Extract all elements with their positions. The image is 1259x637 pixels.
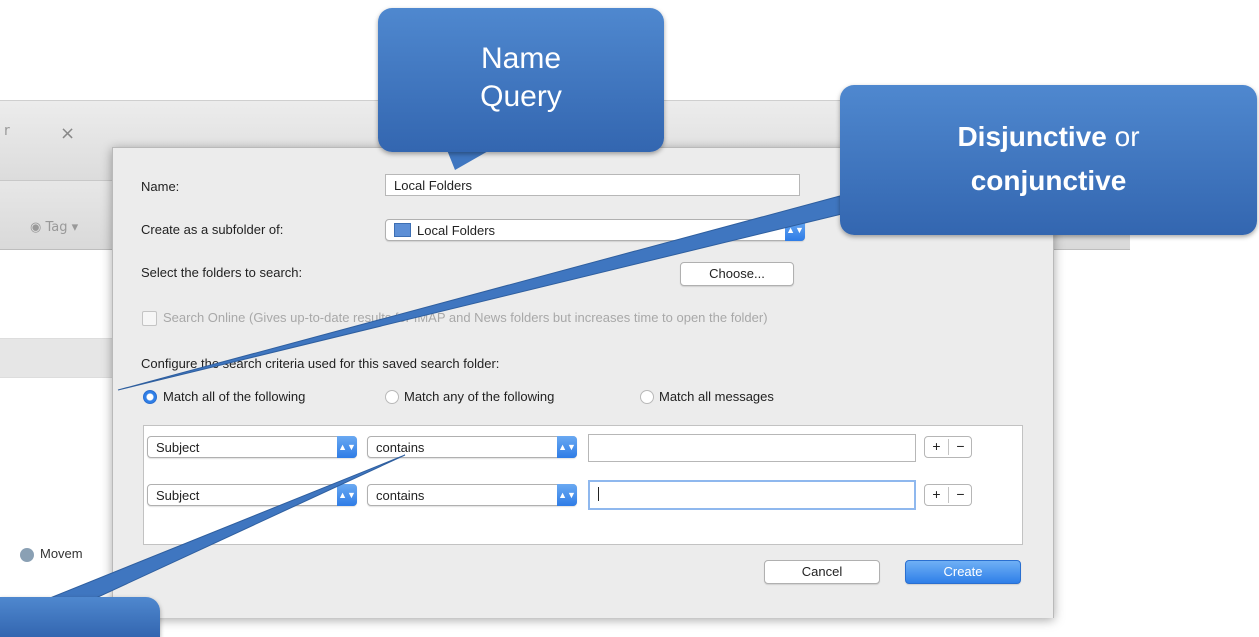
chevron-updown-icon: ▲▼ — [785, 219, 805, 241]
match-any-label: Match any of the following — [404, 389, 555, 404]
rule-2-field-select[interactable]: Subject ▲▼ — [147, 484, 357, 506]
match-all-radio[interactable] — [143, 390, 157, 404]
match-any-radio[interactable] — [385, 390, 399, 404]
cancel-button[interactable]: Cancel — [764, 560, 880, 584]
disjunctive-text: Disjunctive — [957, 121, 1107, 152]
bottom-callout — [0, 597, 160, 637]
or-text: or — [1106, 121, 1140, 152]
subfolder-label: Create as a subfolder of: — [141, 222, 284, 237]
rule-1-operator-select[interactable]: contains ▲▼ — [367, 436, 577, 458]
chevron-updown-icon: ▲▼ — [337, 436, 357, 458]
search-online-label: Search Online (Gives up-to-date results … — [163, 310, 768, 325]
chevron-updown-icon: ▲▼ — [557, 436, 577, 458]
conjunctive-text: conjunctive — [970, 165, 1127, 196]
subfolder-select[interactable]: Local Folders ▲▼ — [385, 219, 805, 241]
rule-1-add-remove: + − — [924, 436, 972, 458]
name-query-callout: Name Query — [378, 8, 664, 152]
rule-1-add-button[interactable]: + — [925, 438, 948, 454]
tag-button[interactable]: ◉ Tag ▾ — [30, 220, 78, 235]
rule-2-value-input[interactable] — [588, 480, 916, 510]
select-folders-label: Select the folders to search: — [141, 265, 303, 280]
match-all-messages-label: Match all messages — [659, 389, 774, 404]
rule-1-field-select[interactable]: Subject ▲▼ — [147, 436, 357, 458]
rule-2-add-button[interactable]: + — [925, 486, 948, 502]
chevron-updown-icon: ▲▼ — [337, 484, 357, 506]
folder-icon — [394, 223, 411, 237]
match-all-messages-radio[interactable] — [640, 390, 654, 404]
text-cursor — [598, 486, 599, 501]
name-query-line2: Query — [480, 80, 562, 113]
match-all-label: Match all of the following — [163, 389, 306, 404]
disjunctive-callout: Disjunctive or conjunctive — [840, 85, 1257, 235]
rule-2-add-remove: + − — [924, 484, 972, 506]
chevron-updown-icon: ▲▼ — [557, 484, 577, 506]
background-band — [0, 338, 120, 378]
name-query-line1: Name — [480, 42, 562, 75]
choose-button[interactable]: Choose... — [680, 262, 794, 286]
rule-2-remove-button[interactable]: − — [949, 486, 972, 502]
close-tab-icon[interactable]: × — [60, 123, 75, 144]
rule-2-operator-select[interactable]: contains ▲▼ — [367, 484, 577, 506]
search-online-checkbox[interactable] — [142, 311, 157, 326]
rule-1-remove-button[interactable]: − — [949, 438, 972, 454]
movement-item[interactable]: Movem — [20, 546, 83, 562]
folder-dot-icon — [20, 547, 34, 562]
rules-list: Subject ▲▼ contains ▲▼ + − Subject ▲▼ conta… — [143, 425, 1023, 545]
create-button[interactable]: Create — [905, 560, 1021, 584]
background-partial-text: r — [4, 123, 10, 139]
rule-1-value-input[interactable] — [588, 434, 916, 462]
criteria-label: Configure the search criteria used for t… — [141, 356, 500, 371]
name-field[interactable]: Local Folders — [385, 174, 800, 196]
name-label: Name: — [141, 179, 180, 194]
